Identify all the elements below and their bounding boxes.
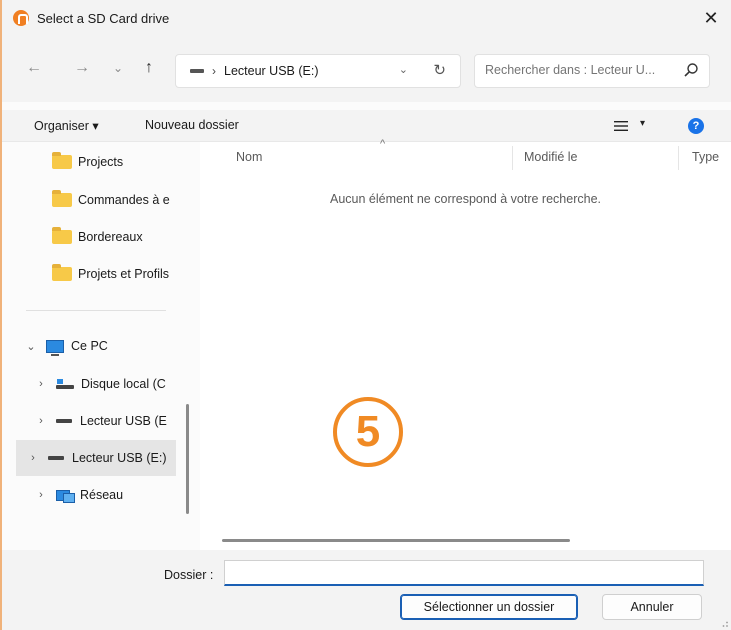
sidebar-item-label: Lecteur USB (E xyxy=(80,414,167,428)
sidebar-item-this-pc[interactable]: ⌄ Ce PC xyxy=(24,328,184,364)
recent-locations-button[interactable]: ⌄ xyxy=(108,58,128,78)
navigation-bar: ← → ⌄ ↑ › Lecteur USB (E:) ⌄ ↻ xyxy=(2,36,731,102)
address-bar[interactable]: › Lecteur USB (E:) ⌄ ↻ xyxy=(175,54,461,88)
chevron-right-icon[interactable]: › xyxy=(26,452,40,464)
sidebar-item-label: Disque local (C xyxy=(81,377,166,391)
view-options-icon[interactable] xyxy=(614,120,628,132)
sidebar-item-label: Bordereaux xyxy=(78,230,143,244)
cancel-button[interactable]: Annuler xyxy=(602,594,702,620)
search-icon[interactable] xyxy=(683,62,699,78)
resize-grip-icon[interactable] xyxy=(719,618,729,628)
sidebar-item-label: Projets et Profils xyxy=(78,267,170,281)
folder-icon xyxy=(52,227,72,244)
organise-menu[interactable]: Organiser ▾ xyxy=(34,118,99,133)
column-divider[interactable] xyxy=(512,146,513,170)
search-input[interactable] xyxy=(485,63,675,77)
navigation-pane: Projects Commandes à e Bordereaux Projet… xyxy=(2,142,192,550)
folder-icon xyxy=(52,190,72,207)
address-dropdown-button[interactable]: ⌄ xyxy=(399,63,408,76)
address-text[interactable]: Lecteur USB (E:) xyxy=(224,64,318,78)
sidebar-item-commandes[interactable]: Commandes à e xyxy=(52,182,178,218)
folder-name-input[interactable] xyxy=(224,560,704,586)
breadcrumb-separator: › xyxy=(212,64,216,78)
step-number-badge: 5 xyxy=(333,397,403,467)
forward-button[interactable]: → xyxy=(72,58,92,78)
new-folder-button[interactable]: Nouveau dossier xyxy=(145,118,239,132)
folder-icon xyxy=(52,264,72,281)
up-button[interactable]: ↑ xyxy=(139,58,159,78)
sidebar-item-label: Réseau xyxy=(80,488,124,502)
column-header-type[interactable]: Type xyxy=(692,150,719,164)
chevron-down-icon[interactable]: ⌄ xyxy=(24,340,38,353)
sidebar-item-usb-drive-2[interactable]: › Lecteur USB (E:) xyxy=(16,440,176,476)
chevron-right-icon[interactable]: › xyxy=(34,489,48,501)
sidebar-item-label: Lecteur USB (E:) xyxy=(72,451,167,465)
usb-drive-icon xyxy=(56,419,72,423)
column-divider[interactable] xyxy=(678,146,679,170)
sidebar-item-usb-drive-1[interactable]: › Lecteur USB (E xyxy=(34,403,178,439)
column-header-modified[interactable]: Modifié le xyxy=(524,150,578,164)
search-box[interactable] xyxy=(474,54,710,88)
window-title: Select a SD Card drive xyxy=(37,10,170,26)
network-icon xyxy=(56,488,75,503)
sidebar-scrollbar[interactable] xyxy=(186,404,189,514)
chevron-right-icon[interactable]: › xyxy=(34,378,48,390)
sidebar-divider xyxy=(26,310,166,311)
usb-drive-icon xyxy=(190,69,204,73)
computer-icon xyxy=(46,339,64,356)
sidebar-item-label: Projects xyxy=(78,155,124,169)
sidebar-item-label: Ce PC xyxy=(71,339,108,353)
close-button[interactable]: ✕ xyxy=(697,4,725,32)
empty-state-message: Aucun élément ne correspond à votre rech… xyxy=(330,192,601,206)
usb-drive-icon xyxy=(48,456,64,460)
folder-icon xyxy=(52,152,72,169)
sidebar-item-local-disk[interactable]: › Disque local (C xyxy=(34,366,178,402)
horizontal-scrollbar[interactable] xyxy=(222,539,570,542)
local-disk-icon xyxy=(56,379,74,389)
back-button[interactable]: ← xyxy=(24,58,44,78)
sidebar-item-projects[interactable]: Projects xyxy=(52,144,192,180)
dialog-footer: Dossier : Sélectionner un dossier Annule… xyxy=(2,550,731,630)
title-bar: Select a SD Card drive ✕ xyxy=(2,0,731,36)
sidebar-item-projets-profils[interactable]: Projets et Profils xyxy=(52,256,178,292)
sidebar-item-bordereaux[interactable]: Bordereaux xyxy=(52,219,192,255)
dialog-window: Select a SD Card drive ✕ ← → ⌄ ↑ › Lecte… xyxy=(0,0,731,630)
column-header-name[interactable]: Nom xyxy=(236,150,262,164)
file-list: Nom ^ Modifié le Type Aucun élément ne c… xyxy=(200,138,731,550)
help-icon[interactable]: ? xyxy=(688,118,704,134)
sidebar-item-network[interactable]: › Réseau xyxy=(34,477,192,513)
sidebar-item-label: Commandes à e xyxy=(78,193,170,207)
view-dropdown-button[interactable]: ▾ xyxy=(640,118,645,129)
folder-label: Dossier : xyxy=(164,568,214,582)
app-icon xyxy=(13,10,29,26)
command-bar: Organiser ▾ Nouveau dossier ▾ ? xyxy=(2,110,731,142)
chevron-right-icon[interactable]: › xyxy=(34,415,48,427)
refresh-button[interactable]: ↻ xyxy=(433,61,446,79)
sort-ascending-icon: ^ xyxy=(380,138,386,150)
select-folder-button[interactable]: Sélectionner un dossier xyxy=(400,594,578,620)
